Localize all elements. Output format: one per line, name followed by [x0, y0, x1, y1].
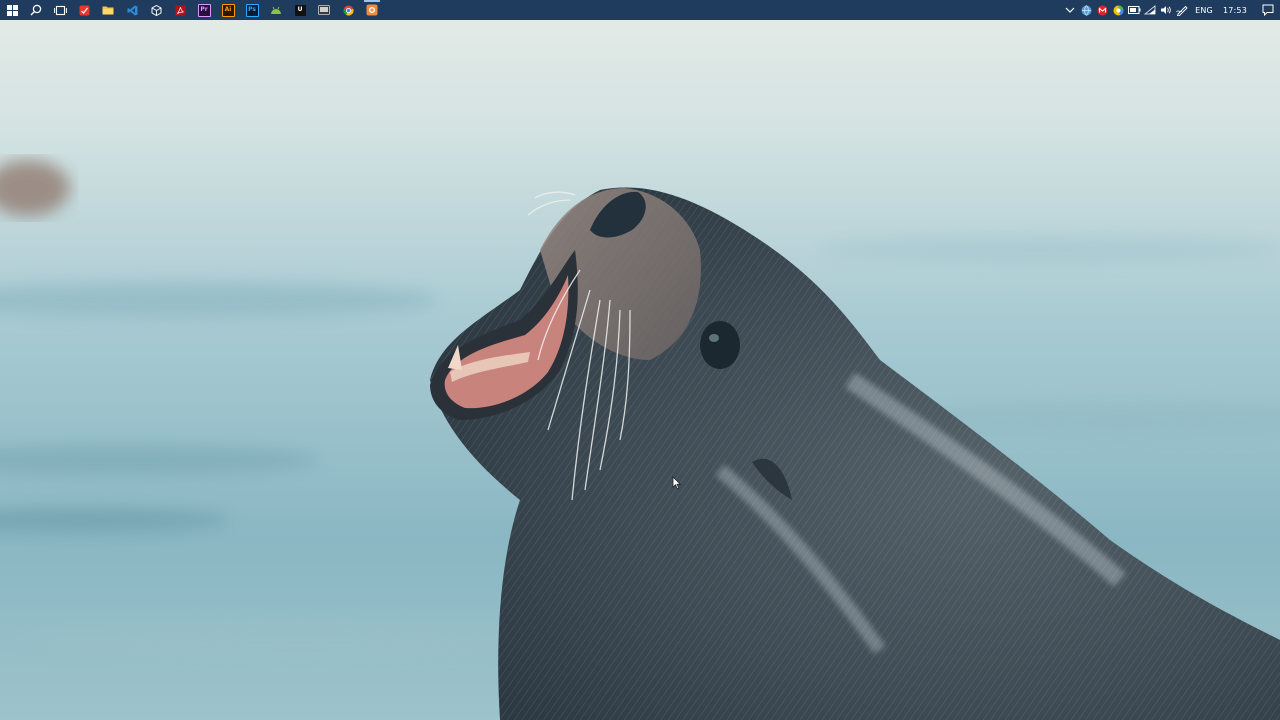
media-player-app-icon — [318, 5, 330, 15]
search-icon — [30, 4, 42, 16]
tray-google-drive[interactable] — [1110, 0, 1126, 20]
pinned-apps: Pr Ai Ps U — [72, 0, 384, 20]
action-center-icon — [1262, 4, 1274, 16]
task-view-icon — [53, 5, 67, 15]
task-view-button[interactable] — [48, 0, 72, 20]
tray-battery[interactable] — [1126, 0, 1142, 20]
acrobat-app-icon — [175, 5, 185, 15]
visual-studio-code-app-icon — [127, 5, 137, 15]
taskbar-app-acrobat-app[interactable] — [168, 0, 192, 20]
taskbar-app-illustrator-app[interactable]: Ai — [216, 0, 240, 20]
battery-icon — [1127, 6, 1141, 14]
taskbar-app-chrome-app[interactable] — [336, 0, 360, 20]
tray-antivirus[interactable] — [1094, 0, 1110, 20]
unity-app-icon — [151, 4, 161, 16]
orange-app-icon — [366, 4, 378, 16]
search-button[interactable] — [24, 0, 48, 20]
show-hidden-icons-button[interactable] — [1062, 0, 1078, 20]
antivirus-icon — [1097, 5, 1108, 15]
tray-volume[interactable] — [1158, 0, 1174, 20]
system-tray: ENG 17:53 — [1062, 0, 1280, 20]
tray-pen-ink[interactable] — [1174, 0, 1190, 20]
taskbar-app-unreal-engine-app[interactable]: U — [288, 0, 312, 20]
desktop-wallpaper — [0, 0, 1280, 720]
premiere-pro-app-icon: Pr — [197, 3, 211, 17]
start-button[interactable] — [0, 0, 24, 20]
photoshop-app-icon: Ps — [245, 3, 259, 17]
chevron-up-icon — [1065, 7, 1075, 13]
pen-ink-icon — [1175, 5, 1188, 16]
taskbar-app-visual-studio-code-app[interactable] — [120, 0, 144, 20]
android-studio-app-icon — [271, 6, 281, 14]
tray-wifi[interactable] — [1142, 0, 1158, 20]
mouse-cursor-icon — [672, 476, 682, 490]
wifi-icon — [1144, 5, 1156, 15]
taskbar-app-unity-app[interactable] — [144, 0, 168, 20]
chrome-app-icon — [342, 5, 354, 15]
taskbar-app-orange-app[interactable] — [360, 0, 384, 20]
illustrator-app-icon: Ai — [221, 3, 235, 17]
file-explorer-app-icon — [102, 6, 114, 15]
taskbar-app-photoshop-app[interactable]: Ps — [240, 0, 264, 20]
clock-time[interactable]: 17:53 — [1218, 0, 1252, 20]
google-drive-icon — [1113, 4, 1124, 15]
taskbar-app-file-explorer-app[interactable] — [96, 0, 120, 20]
taskbar-left: Pr Ai Ps U — [0, 0, 384, 20]
desktop[interactable]: Pr Ai Ps U ENG 17:53 — [0, 0, 1280, 720]
taskbar-app-premiere-pro-app[interactable]: Pr — [192, 0, 216, 20]
input-language[interactable]: ENG — [1190, 0, 1218, 20]
taskbar-app-android-studio-app[interactable] — [264, 0, 288, 20]
tray-network-globe[interactable] — [1078, 0, 1094, 20]
network-globe-icon — [1081, 4, 1092, 16]
unreal-engine-app-icon: U — [294, 4, 306, 16]
volume-icon — [1161, 6, 1171, 14]
action-center-button[interactable] — [1252, 0, 1276, 20]
todoist-red-app-icon — [79, 5, 89, 15]
windows-logo-icon — [6, 4, 18, 16]
taskbar-app-todoist-red-app[interactable] — [72, 0, 96, 20]
taskbar: Pr Ai Ps U ENG 17:53 — [0, 0, 1280, 20]
taskbar-app-media-player-app[interactable] — [312, 0, 336, 20]
